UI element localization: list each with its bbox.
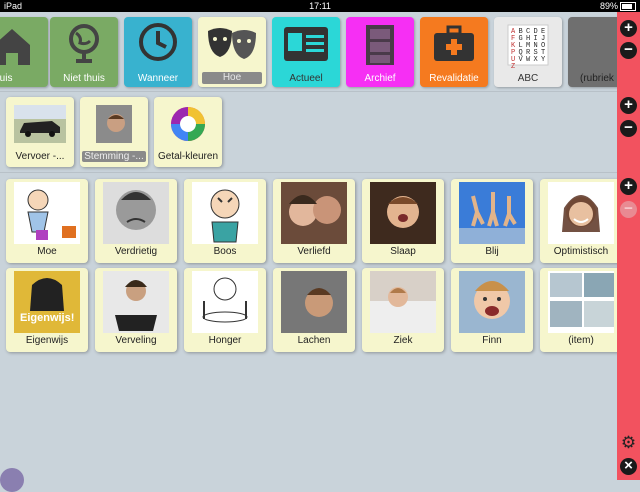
item-boos[interactable]: Boos bbox=[184, 179, 266, 263]
edit-sidebar: + − + − + − ⚙ × bbox=[617, 12, 640, 480]
item-lachen[interactable]: Lachen bbox=[273, 268, 355, 352]
gear-icon[interactable]: ⚙ bbox=[620, 434, 637, 451]
battery-indicator: 89% bbox=[600, 0, 636, 12]
finn-photo bbox=[459, 271, 525, 333]
item-finn[interactable]: Finn bbox=[451, 268, 533, 352]
item-blij[interactable]: Blij bbox=[451, 179, 533, 263]
clock: 17:11 bbox=[309, 1, 331, 11]
item-honger[interactable]: Honger bbox=[184, 268, 266, 352]
status-bar: iPad 17:11 89% bbox=[0, 0, 640, 12]
mood-photo bbox=[96, 105, 132, 143]
clock-icon bbox=[139, 23, 177, 61]
category-thuis[interactable]: Thuis bbox=[0, 17, 48, 87]
abc-letter: Z bbox=[511, 63, 515, 69]
item-optimistisch[interactable]: Optimistisch bbox=[540, 179, 622, 263]
sick-child-photo bbox=[370, 271, 436, 333]
item-eigenwijs[interactable]: Eigenwijs! Eigenwijs bbox=[6, 268, 88, 352]
smiling-woman-photo bbox=[548, 182, 614, 244]
item-slaap[interactable]: Slaap bbox=[362, 179, 444, 263]
corner-button[interactable] bbox=[0, 468, 24, 492]
bored-woman-photo bbox=[103, 271, 169, 333]
item-verdrietig[interactable]: Verdrietig bbox=[95, 179, 177, 263]
row2-remove-button[interactable]: − bbox=[620, 120, 637, 137]
category-archief[interactable]: Archief bbox=[346, 17, 414, 87]
car-photo bbox=[14, 105, 66, 143]
row3-add-button[interactable]: + bbox=[620, 178, 637, 195]
category-actueel[interactable]: Actueel bbox=[272, 17, 340, 87]
alphabet-chart-icon: A B C D EF G H I JK L M N OP Q R S TU V W X YZ bbox=[507, 24, 549, 69]
subcategory-vervoer[interactable]: Vervoer -... bbox=[6, 97, 74, 167]
battery-icon bbox=[620, 2, 636, 12]
house-icon bbox=[0, 29, 30, 65]
row-divider bbox=[0, 172, 617, 173]
row-divider bbox=[0, 91, 617, 92]
item-moe[interactable]: Moe bbox=[6, 179, 88, 263]
eigenwijs-poster-image: Eigenwijs! bbox=[14, 271, 80, 333]
collage-image bbox=[548, 271, 614, 333]
category-revalidatie[interactable]: Revalidatie bbox=[420, 17, 488, 87]
id-card-icon bbox=[284, 27, 328, 61]
poster-title: Eigenwijs! bbox=[20, 312, 74, 324]
category-abc[interactable]: ABCDEFGHIJKLMNOPQRSTUVWXYZ ABC bbox=[494, 17, 562, 87]
jumping-people-photo bbox=[459, 182, 525, 244]
laughing-man-photo bbox=[281, 271, 347, 333]
row1-remove-button[interactable]: − bbox=[620, 42, 637, 59]
category-hoe[interactable]: Hoe bbox=[198, 17, 266, 87]
couple-photo bbox=[281, 182, 347, 244]
item-ziek[interactable]: Ziek bbox=[362, 268, 444, 352]
theater-masks-icon bbox=[208, 28, 256, 59]
category-wanneer[interactable]: Wanneer bbox=[124, 17, 192, 87]
sad-child-photo bbox=[103, 182, 169, 244]
category-niet-thuis[interactable]: Niet thuis bbox=[50, 17, 118, 87]
row2-add-button[interactable]: + bbox=[620, 97, 637, 114]
file-cabinet-icon bbox=[366, 25, 394, 65]
subcategory-getal-kleuren[interactable]: Getal-kleuren bbox=[154, 97, 222, 167]
angry-cartoon-image bbox=[192, 182, 258, 244]
item-verliefd[interactable]: Verliefd bbox=[273, 179, 355, 263]
row1-add-button[interactable]: + bbox=[620, 20, 637, 37]
tired-cartoon-image bbox=[14, 182, 80, 244]
row3-remove-button[interactable]: − bbox=[620, 201, 637, 218]
color-wheel-icon bbox=[171, 107, 205, 141]
category-row: Thuis Niet thuis Wanneer Hoe Actueel Arc… bbox=[0, 17, 640, 87]
globe-icon bbox=[69, 24, 99, 63]
hungry-cartoon-image bbox=[192, 271, 258, 333]
close-button[interactable]: × bbox=[620, 458, 637, 475]
item-verveling[interactable]: Verveling bbox=[95, 268, 177, 352]
yawning-boy-photo bbox=[370, 182, 436, 244]
item-placeholder[interactable]: (item) bbox=[540, 268, 622, 352]
medical-kit-icon bbox=[434, 25, 474, 61]
subcategory-stemming[interactable]: Stemming -... bbox=[80, 97, 148, 167]
